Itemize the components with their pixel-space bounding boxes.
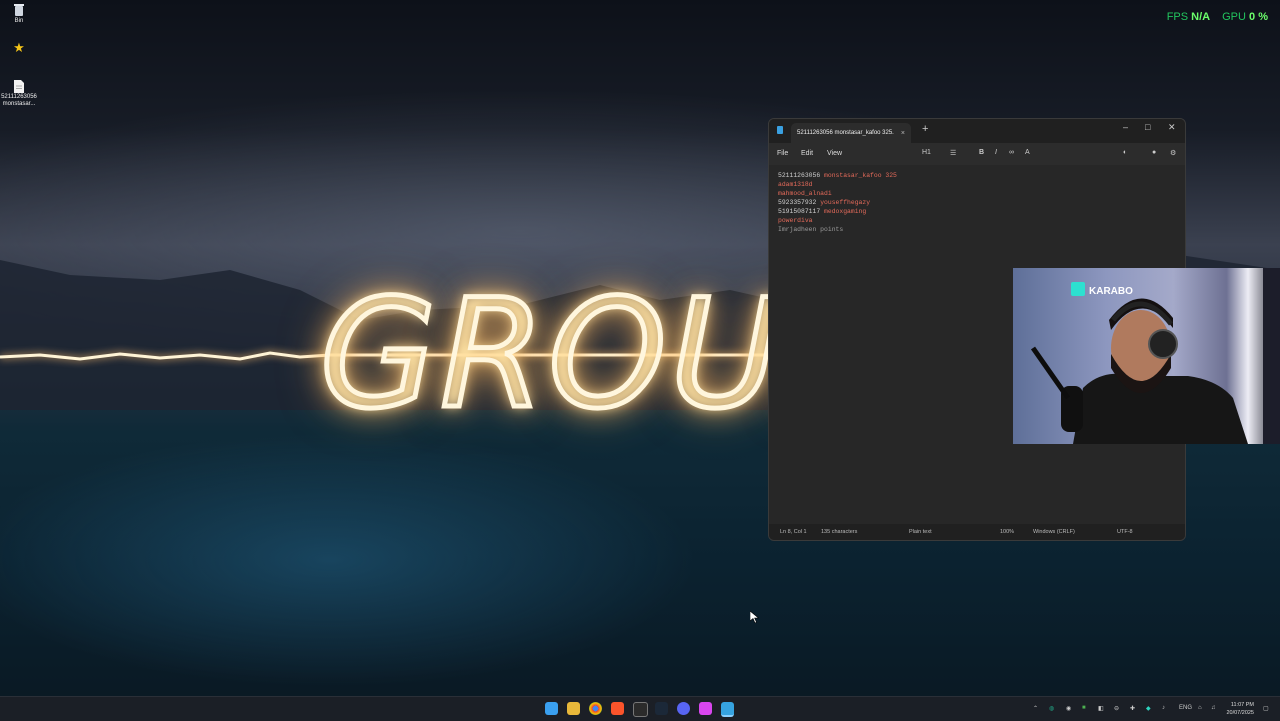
text-line: Imrjadheen points: [778, 226, 844, 233]
notepad-tab[interactable]: 52111263056 monstasar_kafoo 325. ×: [791, 123, 911, 143]
zoom-level[interactable]: 100%: [1000, 529, 1014, 535]
notepad-titlebar[interactable]: 52111263056 monstasar_kafoo 325. × + – □…: [769, 119, 1185, 143]
tray-app-icon[interactable]: ◧: [1098, 705, 1104, 712]
notepad-app-icon: [777, 126, 783, 134]
tray-app-icon[interactable]: ✚: [1130, 705, 1135, 712]
tray-app-icon[interactable]: ◍: [1049, 705, 1054, 712]
streaming-app-icon[interactable]: [699, 702, 712, 715]
mouse-cursor-icon: [750, 611, 759, 623]
tray-overflow-icon[interactable]: ⌃: [1033, 705, 1038, 712]
notepad-taskbar-icon[interactable]: [721, 702, 734, 717]
settings-gear-icon[interactable]: ⚙: [1170, 149, 1176, 157]
fps-readout: FPS N/A: [1166, 11, 1211, 23]
desktop-icon-label: 52111263056 monstasar...: [1, 94, 37, 107]
maximize-button[interactable]: □: [1145, 122, 1150, 132]
taskbar: ⌃ ◍ ◉ ■ ◧ ⊖ ✚ ◆ ♪ ENG ⌂ ♫ 11:07 PM 20/07…: [0, 696, 1280, 721]
desktop-icon-text-file[interactable]: 52111263056 monstasar...: [0, 80, 38, 108]
discord-icon[interactable]: [677, 702, 690, 715]
character-count: 135 characters: [821, 529, 858, 535]
text-line: adam1318d: [778, 181, 813, 188]
language-indicator[interactable]: ENG: [1179, 705, 1192, 711]
network-icon[interactable]: ⌂: [1198, 705, 1202, 711]
menu-file[interactable]: File: [777, 150, 788, 157]
notepad-menubar: File Edit View H1 ☰ B I ∞ A ◐ ● ⚙: [769, 143, 1185, 165]
menu-edit[interactable]: Edit: [801, 150, 813, 157]
media-app-icon[interactable]: [633, 702, 648, 717]
menu-view[interactable]: View: [827, 150, 842, 157]
desktop-icon-recycle-bin[interactable]: Bin: [0, 3, 38, 25]
notepad-text-area[interactable]: 52111263056 monstasar_kafoo 325 adam1318…: [769, 165, 1185, 240]
text-line: powerdiva: [778, 217, 813, 224]
taskbar-clock[interactable]: 11:07 PM 20/07/2025: [1226, 701, 1254, 717]
notification-icon[interactable]: ▢: [1263, 705, 1269, 712]
desktop-icon-favorite[interactable]: ★: [0, 41, 38, 55]
performance-overlay: FPS N/A GPU 0 %: [1167, 11, 1268, 23]
italic-icon[interactable]: I: [995, 149, 997, 156]
start-menu-icon[interactable]: [545, 702, 558, 715]
encoding[interactable]: UTF-8: [1117, 529, 1133, 535]
bold-icon[interactable]: B: [979, 149, 984, 156]
new-tab-button[interactable]: +: [922, 123, 928, 135]
webcam-feed: KARABO: [1013, 268, 1280, 444]
line-endings[interactable]: Windows (CRLF): [1033, 529, 1075, 535]
copilot-icon[interactable]: ◐: [1123, 149, 1127, 156]
microphone-icon[interactable]: ♪: [1162, 705, 1165, 711]
tray-app-icon[interactable]: ◉: [1066, 705, 1071, 712]
text-line: 51915087117 medoxgaming: [778, 208, 867, 215]
tab-title: 52111263056 monstasar_kafoo 325.: [797, 130, 894, 136]
volume-icon[interactable]: ♫: [1211, 705, 1216, 711]
tray-app-icon[interactable]: ■: [1082, 705, 1086, 711]
tab-close-icon[interactable]: ×: [901, 130, 905, 137]
neon-sign-text: KARABO: [1089, 286, 1133, 297]
text-file-icon: [14, 80, 24, 93]
gpu-readout: GPU 0 %: [1222, 11, 1268, 23]
webcam-scene: KARABO: [1030, 268, 1280, 444]
account-icon[interactable]: ●: [1152, 149, 1156, 156]
chrome-icon[interactable]: [589, 702, 602, 715]
tray-app-icon[interactable]: ⊖: [1114, 705, 1119, 712]
clock-time: 11:07 PM: [1230, 702, 1254, 708]
recycle-bin-icon: [14, 4, 24, 16]
text-line: 5923357932 youseffhegazy: [778, 199, 871, 206]
file-explorer-icon[interactable]: [567, 702, 580, 715]
link-icon[interactable]: ∞: [1009, 149, 1014, 156]
notepad-statusbar: Ln 8, Col 1 135 characters Plain text 10…: [769, 524, 1185, 540]
text-format[interactable]: Plain text: [909, 529, 932, 535]
text-line: 52111263056 monstasar_kafoo 325: [778, 172, 897, 179]
close-button[interactable]: ✕: [1168, 122, 1176, 133]
brave-icon[interactable]: [611, 702, 624, 715]
desktop-icon-label: Bin: [14, 18, 24, 24]
cursor-position: Ln 8, Col 1: [780, 529, 807, 535]
star-icon: ★: [13, 40, 25, 55]
minimize-button[interactable]: –: [1123, 122, 1128, 132]
clock-date: 20/07/2025: [1226, 710, 1254, 716]
text-line: mahmood_alnadi: [778, 190, 832, 197]
tray-app-icon[interactable]: ◆: [1146, 705, 1151, 712]
heading-dropdown[interactable]: H1: [922, 149, 931, 156]
list-icon[interactable]: ☰: [950, 149, 956, 157]
clear-format-icon[interactable]: A: [1025, 149, 1030, 156]
steam-icon[interactable]: [655, 702, 668, 715]
